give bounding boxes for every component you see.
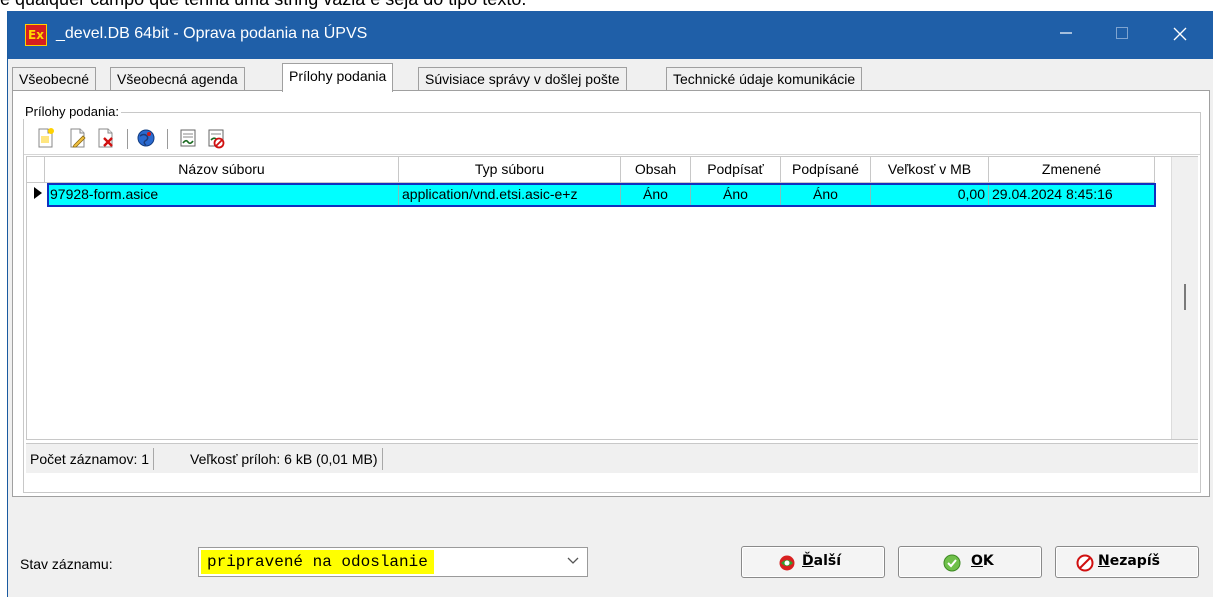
edit-attachment-button[interactable] (68, 127, 88, 149)
attachments-size: Veľkosť príloh: 6 kB (0,01 MB) (186, 448, 383, 470)
title-bar: Ex _devel.DB 64bit - Oprava podania na Ú… (8, 11, 1213, 59)
background-text-strip: e qualquer campo que tenha uma string va… (0, 0, 1213, 11)
sign-button[interactable] (178, 127, 198, 149)
vertical-scrollbar[interactable] (1171, 157, 1198, 439)
sign-icon (180, 129, 196, 147)
tab-vseobecna-agenda[interactable]: Všeobecná agenda (110, 67, 245, 91)
ok-button-label: OK (971, 553, 994, 569)
record-state-value: pripravené na odoslanie (201, 550, 434, 574)
table-row[interactable]: 97928-form.asice application/vnd.etsi.as… (27, 184, 1167, 206)
minimize-icon (1060, 32, 1072, 34)
cell-name[interactable]: 97928-form.asice (47, 184, 399, 206)
app-icon: Ex (25, 24, 47, 46)
column-header-name[interactable]: Názov súboru (45, 157, 399, 183)
new-document-icon (38, 128, 54, 148)
column-header-signed[interactable]: Podpísané (781, 157, 871, 183)
cell-signed[interactable]: Áno (781, 184, 871, 206)
check-icon (943, 554, 961, 572)
dialog-window: Ex _devel.DB 64bit - Oprava podania na Ú… (7, 11, 1213, 597)
next-button[interactable]: Ďalší (741, 546, 885, 578)
delete-document-icon (98, 128, 113, 148)
record-state-label: Stav záznamu: (20, 556, 113, 572)
web-button[interactable] (136, 127, 156, 149)
scrollbar-thumb[interactable] (1184, 284, 1186, 310)
toolbar-separator (127, 129, 128, 149)
remove-signature-icon (208, 129, 225, 149)
cell-size[interactable]: 0,00 (871, 184, 989, 206)
close-icon (1173, 27, 1187, 41)
edit-document-icon (70, 128, 86, 148)
cancel-button-label: Nezapíš (1098, 553, 1160, 569)
attachments-group: Názov súboru Typ súboru Obsah Podpísať P… (23, 112, 1201, 493)
ok-button[interactable]: OK (898, 546, 1042, 578)
toolbar-separator (167, 129, 168, 149)
tab-prilohy-podania[interactable]: Prílohy podania (282, 63, 394, 92)
tab-panel: Prílohy podania: Názov súboru Typ súboru… (12, 90, 1210, 497)
column-header-size[interactable]: Veľkosť v MB (871, 157, 989, 183)
cell-type[interactable]: application/vnd.etsi.asic-e+z (399, 184, 621, 206)
cell-content[interactable]: Áno (621, 184, 691, 206)
grid-status-bar: Počet záznamov: 1 Veľkosť príloh: 6 kB (… (26, 443, 1198, 473)
background-text: e qualquer campo que tenha uma string va… (0, 0, 526, 10)
remove-signature-button[interactable] (206, 127, 226, 149)
tab-technicke-udaje[interactable]: Technické údaje komunikácie (666, 67, 863, 91)
globe-icon (137, 129, 155, 147)
close-button[interactable] (1152, 11, 1208, 59)
row-indicator-header (27, 157, 45, 183)
attachments-group-label: Prílohy podania: (23, 104, 121, 119)
next-button-label: Ďalší (802, 553, 842, 569)
record-count: Počet záznamov: 1 (26, 448, 155, 470)
attachments-toolbar (24, 123, 1200, 155)
window-title: _devel.DB 64bit - Oprava podania na ÚPVS (56, 25, 368, 42)
record-state-select[interactable]: pripravené na odoslanie (198, 547, 588, 577)
maximize-icon (1116, 27, 1128, 39)
column-header-sign[interactable]: Podpísať (691, 157, 781, 183)
new-attachment-button[interactable] (36, 127, 56, 149)
tab-vseobecne[interactable]: Všeobecné (12, 67, 97, 91)
no-entry-icon (1076, 554, 1094, 572)
attachments-grid: Názov súboru Typ súboru Obsah Podpísať P… (26, 156, 1198, 440)
cancel-button[interactable]: Nezapíš (1055, 546, 1199, 578)
column-header-type[interactable]: Typ súboru (399, 157, 621, 183)
maximize-button[interactable] (1094, 11, 1150, 59)
minimize-button[interactable] (1038, 11, 1094, 59)
delete-attachment-button[interactable] (96, 127, 116, 149)
cell-modified[interactable]: 29.04.2024 8:45:16 (989, 184, 1155, 206)
column-header-content[interactable]: Obsah (621, 157, 691, 183)
tab-suvisiace-spravy[interactable]: Súvisiace správy v došlej pošte (418, 67, 627, 91)
chevron-down-icon[interactable] (559, 548, 587, 576)
column-header-modified[interactable]: Zmenené (989, 157, 1155, 183)
next-icon (779, 555, 795, 571)
cell-sign[interactable]: Áno (691, 184, 781, 206)
